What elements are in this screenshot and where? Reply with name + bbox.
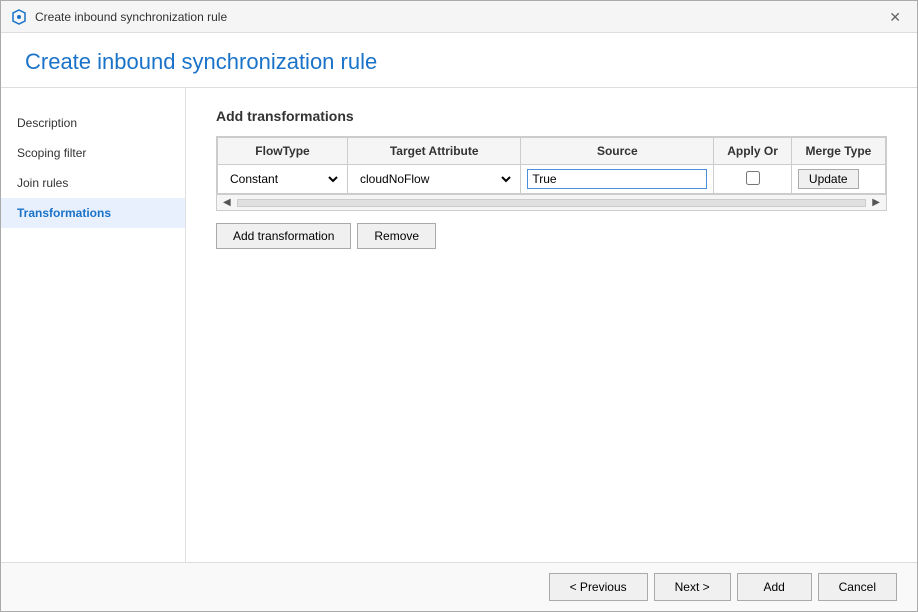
next-button[interactable]: Next > [654, 573, 731, 601]
merge-type-button[interactable]: Update [798, 169, 859, 189]
add-button[interactable]: Add [737, 573, 812, 601]
col-header-source: Source [521, 138, 714, 165]
main-window: Create inbound synchronization rule ✕ Cr… [0, 0, 918, 612]
merge-type-cell[interactable]: Update [791, 165, 885, 194]
add-transformation-button[interactable]: Add transformation [216, 223, 351, 249]
source-cell[interactable] [521, 165, 714, 194]
flow-type-cell[interactable]: Constant Direct Expression [218, 165, 348, 194]
flow-type-select[interactable]: Constant Direct Expression [224, 169, 341, 189]
app-icon [11, 9, 27, 25]
cancel-button[interactable]: Cancel [818, 573, 897, 601]
title-bar: Create inbound synchronization rule ✕ [1, 1, 917, 33]
window-title: Create inbound synchronization rule [35, 10, 227, 24]
remove-button[interactable]: Remove [357, 223, 436, 249]
right-panel: Add transformations FlowType Target Attr… [186, 88, 917, 562]
sidebar-item-scoping-filter[interactable]: Scoping filter [1, 138, 185, 168]
scroll-right-icon[interactable]: ▶ [868, 197, 884, 208]
sidebar-item-description[interactable]: Description [1, 108, 185, 138]
sidebar-item-transformations[interactable]: Transformations [1, 198, 185, 228]
scrollbar-track[interactable] [237, 199, 867, 207]
transformations-table: FlowType Target Attribute Source Apply O… [217, 137, 886, 194]
col-header-flow-type: FlowType [218, 138, 348, 165]
page-title: Create inbound synchronization rule [25, 49, 893, 75]
sidebar-item-join-rules[interactable]: Join rules [1, 168, 185, 198]
sidebar: Description Scoping filter Join rules Tr… [1, 88, 186, 562]
close-button[interactable]: ✕ [883, 8, 907, 26]
middle-section: Description Scoping filter Join rules Tr… [1, 88, 917, 562]
panel-body: Add transformations FlowType Target Attr… [186, 88, 917, 562]
apply-once-checkbox[interactable] [746, 171, 760, 185]
action-buttons: Add transformation Remove [216, 223, 887, 249]
target-attribute-cell[interactable]: cloudNoFlow [348, 165, 521, 194]
title-bar-left: Create inbound synchronization rule [11, 9, 227, 25]
section-title: Add transformations [216, 108, 887, 124]
transformations-table-container: FlowType Target Attribute Source Apply O… [216, 136, 887, 211]
col-header-merge-type: Merge Type [791, 138, 885, 165]
close-icon: ✕ [889, 9, 901, 25]
window-content: Create inbound synchronization rule Desc… [1, 33, 917, 611]
col-header-apply-once: Apply Or [714, 138, 792, 165]
table-row: Constant Direct Expression cloudNoFlow [218, 165, 886, 194]
previous-button[interactable]: < Previous [549, 573, 648, 601]
col-header-target-attribute: Target Attribute [348, 138, 521, 165]
footer: < Previous Next > Add Cancel [1, 562, 917, 611]
target-attribute-select[interactable]: cloudNoFlow [354, 169, 514, 189]
apply-once-cell[interactable] [714, 165, 792, 194]
source-input[interactable] [527, 169, 707, 189]
top-section: Create inbound synchronization rule [1, 33, 917, 88]
table-header-row: FlowType Target Attribute Source Apply O… [218, 138, 886, 165]
scroll-left-icon[interactable]: ◀ [219, 197, 235, 208]
horizontal-scrollbar[interactable]: ◀ ▶ [217, 194, 886, 210]
